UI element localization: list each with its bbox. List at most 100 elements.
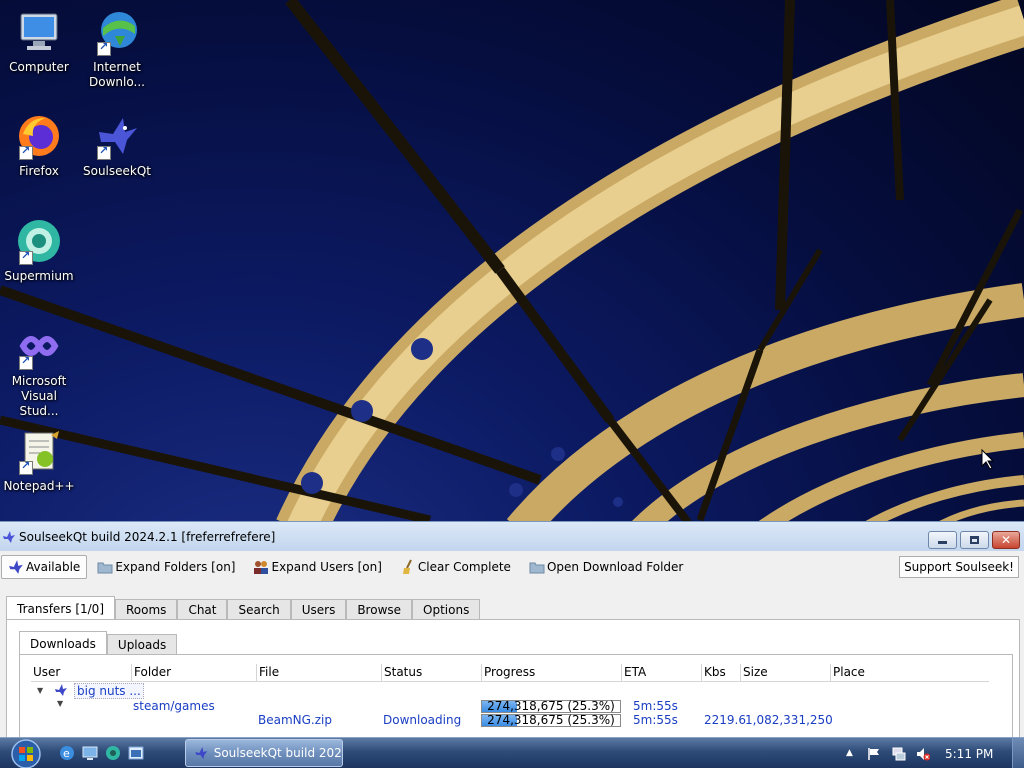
folder-progress-bar: 274,318,675 (25.3%)	[481, 700, 621, 713]
file-status: Downloading	[383, 713, 462, 727]
shortcut-arrow-icon	[19, 459, 33, 475]
volume-muted-icon[interactable]	[916, 747, 930, 761]
tab-browse[interactable]: Browse	[346, 599, 413, 620]
tab-uploads[interactable]: Uploads	[106, 634, 178, 655]
taskbar-soulseek-label: SoulseekQt build 202...	[213, 746, 342, 760]
soulseek-bird-icon	[8, 559, 24, 575]
tab-transfers[interactable]: Transfers [1/0]	[6, 596, 115, 621]
users-icon	[253, 559, 269, 575]
taskbar-soulseek-button[interactable]: SoulseekQt build 202...	[185, 739, 343, 767]
tab-rooms[interactable]: Rooms	[115, 599, 178, 620]
column-header-kbs[interactable]: Kbs	[702, 664, 741, 682]
desktop-icon-firefox[interactable]: Firefox	[0, 112, 78, 179]
user-name[interactable]: big nuts ...	[74, 683, 144, 699]
start-button[interactable]	[6, 738, 46, 768]
clear-complete-label: Clear Complete	[417, 560, 511, 574]
expand-arrow-icon[interactable]: ▼	[37, 684, 43, 698]
windows-start-icon	[11, 738, 41, 768]
tab-chat[interactable]: Chat	[177, 599, 228, 620]
tab-users[interactable]: Users	[290, 599, 347, 620]
show-desktop-button[interactable]	[1012, 738, 1024, 768]
clear-complete-button[interactable]: Clear Complete	[394, 555, 517, 579]
computer-icon	[15, 8, 63, 56]
soulseek-bird-icon	[93, 112, 141, 160]
column-header-place[interactable]: Place	[831, 664, 989, 682]
switch-windows-icon[interactable]	[128, 745, 144, 761]
support-soulseek-button[interactable]: Support Soulseek!	[899, 556, 1019, 578]
available-label: Available	[26, 560, 81, 574]
visual-studio-icon	[15, 322, 63, 370]
internet-download-manager-icon	[93, 8, 141, 56]
expand-arrow-icon[interactable]: ▼	[57, 697, 63, 711]
expand-folders-button[interactable]: Expand Folders [on]	[91, 555, 241, 579]
folder-icon	[97, 559, 113, 575]
desktop-icon-internet-download-manager[interactable]: Internet Downlo...	[78, 8, 156, 90]
action-center-flag-icon[interactable]	[867, 747, 881, 761]
downloads-panel: User Folder File Status Progress ETA Kbs…	[19, 654, 1013, 744]
table-header: User Folder File Status Progress ETA Kbs…	[31, 664, 989, 682]
tab-options[interactable]: Options	[412, 599, 481, 620]
shortcut-arrow-icon	[19, 249, 33, 265]
firefox-icon	[15, 112, 63, 160]
maximize-icon	[970, 536, 979, 544]
folder-name: steam/games	[133, 699, 215, 713]
show-desktop-icon[interactable]	[82, 745, 98, 761]
toolbar: Available Expand Folders [on] Expand Use…	[0, 551, 1024, 583]
column-header-status[interactable]: Status	[382, 664, 482, 682]
column-header-eta[interactable]: ETA	[622, 664, 702, 682]
expand-folders-label: Expand Folders [on]	[115, 560, 236, 574]
supermium-icon	[15, 217, 63, 265]
open-download-folder-label: Open Download Folder	[546, 560, 684, 574]
supermium-quicklaunch-icon[interactable]	[105, 745, 121, 761]
tab-search[interactable]: Search	[227, 599, 291, 620]
column-header-progress[interactable]: Progress	[482, 664, 622, 682]
close-button[interactable]: ✕	[992, 531, 1020, 549]
available-status-button[interactable]: Available	[1, 555, 88, 579]
main-tab-bar: Transfers [1/0] Rooms Chat Search Users …	[6, 596, 481, 621]
soulseek-bird-icon	[3, 530, 15, 543]
tab-downloads[interactable]: Downloads	[19, 631, 107, 655]
desktop-icon-notepad-plus-plus[interactable]: Notepad++	[0, 427, 78, 494]
window-controls: ✕	[928, 531, 1020, 549]
minimize-icon	[938, 541, 947, 544]
svg-text:e: e	[63, 747, 70, 760]
folder-eta: 5m:55s	[633, 699, 678, 713]
file-progress-text: 274,318,675 (25.3%)	[487, 713, 615, 727]
minimize-button[interactable]	[928, 531, 957, 549]
desktop-icon-visual-studio[interactable]: Microsoft Visual Stud...	[0, 322, 78, 419]
column-header-size[interactable]: Size	[741, 664, 831, 682]
shortcut-arrow-icon	[97, 40, 111, 56]
internet-explorer-icon[interactable]: e	[59, 745, 75, 761]
downloads-table: User Folder File Status Progress ETA Kbs…	[31, 664, 989, 727]
file-progress-bar: 274,318,675 (25.3%)	[481, 714, 621, 727]
folder-icon	[529, 559, 545, 575]
title-bar[interactable]: SoulseekQt build 2024.2.1 [freferrefrefe…	[0, 522, 1024, 551]
file-eta: 5m:55s	[633, 713, 678, 727]
expand-users-button[interactable]: Expand Users [on]	[247, 555, 387, 579]
taskbar: e SoulseekQt build 202... ▲ 5:11 PM	[0, 737, 1024, 768]
desktop-icon-computer[interactable]: Computer	[0, 8, 78, 75]
tray-overflow-icon[interactable]: ▲	[846, 748, 860, 762]
close-icon: ✕	[1000, 533, 1012, 547]
desktop-icon-soulseekqt[interactable]: SoulseekQt	[78, 112, 156, 179]
shortcut-arrow-icon	[19, 354, 33, 370]
soulseek-window: SoulseekQt build 2024.2.1 [freferrefrefe…	[0, 521, 1024, 744]
column-header-file[interactable]: File	[257, 664, 382, 682]
open-download-folder-button[interactable]: Open Download Folder	[523, 555, 689, 579]
file-name: BeamNG.zip	[258, 713, 332, 727]
maximize-button[interactable]	[960, 531, 989, 549]
file-row[interactable]: BeamNG.zip Downloading 274,318,675 (25.3…	[31, 713, 989, 727]
column-header-folder[interactable]: Folder	[132, 664, 257, 682]
column-header-user[interactable]: User	[31, 664, 132, 682]
folder-progress-text: 274,318,675 (25.3%)	[487, 699, 615, 713]
network-icon[interactable]	[892, 747, 906, 761]
taskbar-clock[interactable]: 5:11 PM	[945, 747, 993, 761]
user-row[interactable]: ▼ big nuts ...	[31, 682, 989, 699]
desktop-icon-supermium[interactable]: Supermium	[0, 217, 78, 284]
soulseek-bird-icon	[195, 747, 208, 759]
expand-users-label: Expand Users [on]	[271, 560, 382, 574]
window-title: SoulseekQt build 2024.2.1 [freferrefrefe…	[19, 529, 276, 544]
folder-row[interactable]: ▼ steam/games 274,318,675 (25.3%) 5m:55s	[31, 699, 989, 713]
file-size: 1,082,331,250	[745, 713, 833, 727]
file-kbs: 2219.6	[704, 713, 746, 727]
